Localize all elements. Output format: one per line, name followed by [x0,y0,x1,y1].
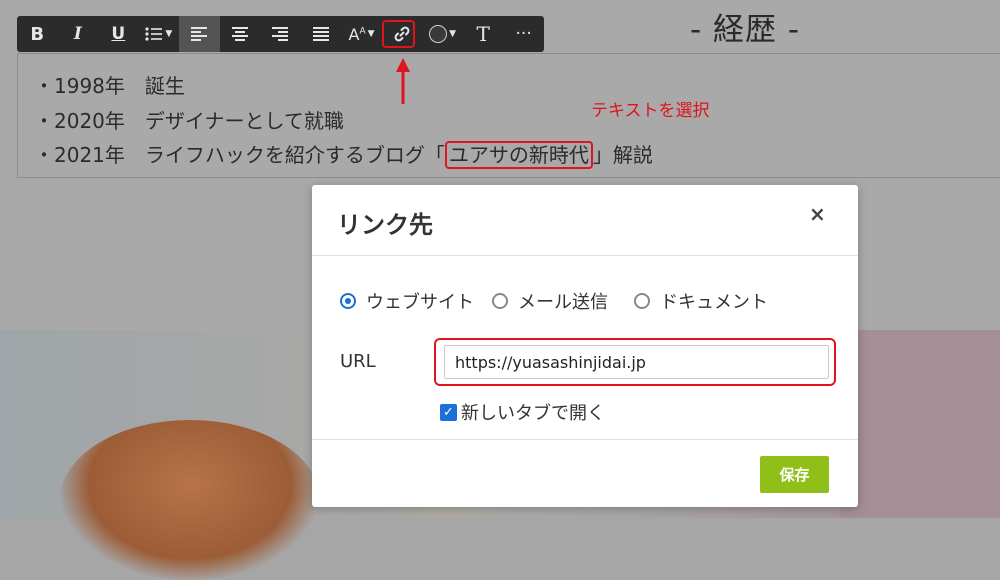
selected-text[interactable]: ユアサの新時代 [444,141,593,169]
annotation-label: テキストを選択 [591,101,710,121]
divider [312,439,858,440]
link-type-group: ウェブサイト メール送信 ドキュメント [340,288,786,314]
formatting-toolbar: B I U ▼ AA ▼ ▼ T ··· [17,16,544,52]
align-right-button[interactable] [260,16,301,52]
item-text: ライフハックを紹介するブログ「 [144,143,445,167]
text-size-icon: AA [348,24,366,44]
url-label: URL [340,351,376,372]
radio-label: ドキュメント [660,292,768,313]
radio-label: ウェブサイト [366,292,474,313]
arrow-up-icon [396,58,410,104]
radio-selected-icon [340,293,356,309]
year: 2020年 [54,109,125,133]
radio-document[interactable]: ドキュメント [634,288,768,314]
open-new-tab-option[interactable]: ✓ 新しいタブで開く [440,399,605,425]
italic-button[interactable]: I [58,16,99,52]
year: 1998年 [54,74,125,98]
link-dialog: リンク先 × ウェブサイト メール送信 ドキュメント URL ✓ 新しいタブで開… [312,185,858,507]
link-button-highlight [382,20,415,48]
align-left-icon [191,27,208,41]
bulleted-list-icon [145,27,163,41]
align-justify-button[interactable] [301,16,342,52]
item-text-after: 」解説 [592,143,653,167]
dialog-title: リンク先 [337,211,433,239]
photo-hair [60,420,320,580]
checkbox-checked-icon[interactable]: ✓ [440,403,457,421]
list-dropdown-button[interactable]: ▼ [139,16,180,52]
color-picker-button[interactable]: ▼ [422,16,463,52]
align-left-button[interactable] [179,16,220,52]
item-text: デザイナーとして就職 [144,109,344,133]
save-button[interactable]: 保存 [760,456,829,493]
bullet: ・ [34,109,54,133]
more-options-button[interactable]: ··· [503,16,544,52]
list-item: ・2020年 デザイナーとして就職 [34,105,344,134]
bold-button[interactable]: B [17,16,58,52]
radio-unselected-icon [634,293,650,309]
text-editor[interactable]: ・1998年 誕生 ・2020年 デザイナーとして就職 ・2021年 ライフハックを紹… [17,53,1000,178]
bullet: ・ [34,143,54,167]
radio-unselected-icon [492,293,508,309]
align-center-icon [231,27,248,41]
list-item: ・2021年 ライフハックを紹介するブログ「 ユアサの新時代 」解説 [34,139,653,169]
text-style-button[interactable]: T [463,16,504,52]
chevron-down-icon: ▼ [367,29,375,39]
page-heading: - 経歴 - [690,12,801,48]
radio-label: メール送信 [518,292,608,313]
item-text: 誕生 [144,74,185,98]
background-photo-accent [840,330,1000,518]
align-center-button[interactable] [220,16,261,52]
divider [312,255,858,256]
url-input[interactable] [444,345,829,379]
chevron-down-icon: ▼ [449,29,457,39]
year: 2021年 [54,143,125,167]
text-size-button[interactable]: AA ▼ [341,16,382,52]
align-justify-icon [312,27,329,41]
close-icon[interactable]: × [809,202,826,226]
bullet: ・ [34,74,54,98]
radio-website[interactable]: ウェブサイト [340,288,474,314]
underline-button[interactable]: U [98,16,139,52]
color-circle-icon [429,25,448,43]
open-new-tab-label: 新しいタブで開く [461,403,605,424]
chevron-down-icon: ▼ [165,29,173,39]
list-item: ・1998年 誕生 [34,70,185,99]
radio-email[interactable]: メール送信 [492,288,608,314]
align-right-icon [272,27,289,41]
